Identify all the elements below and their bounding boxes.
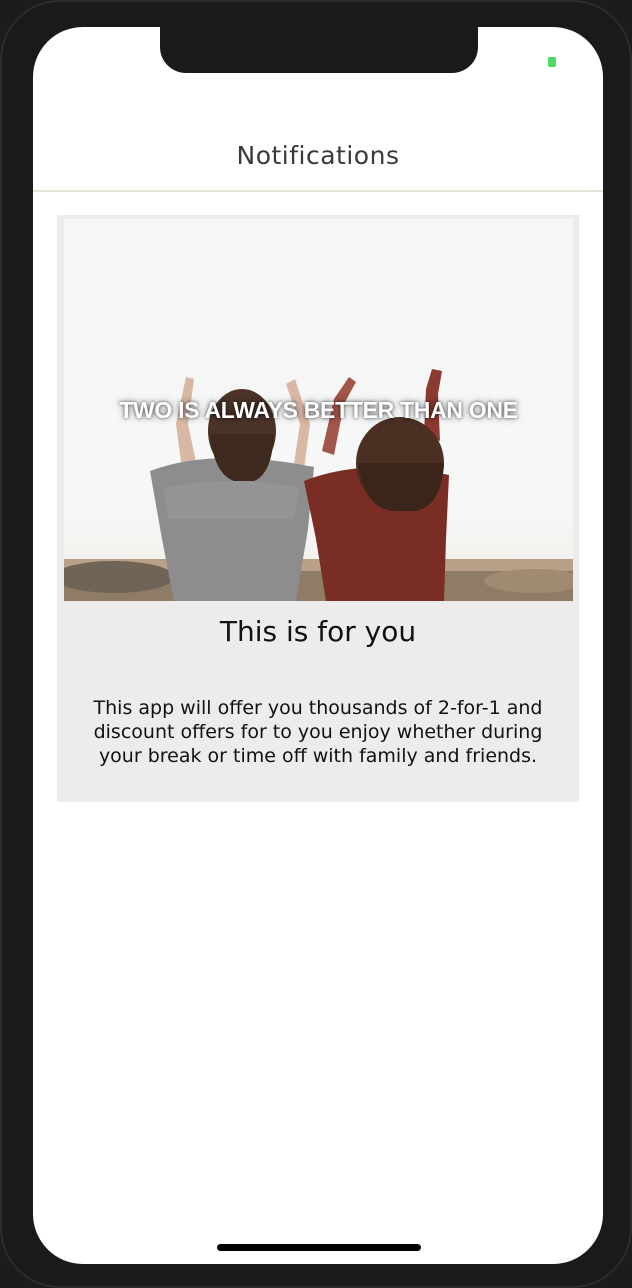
image-caption: TWO IS ALWAYS BETTER THAN ONE: [119, 397, 518, 423]
home-indicator[interactable]: [217, 1244, 421, 1251]
page-title: Notifications: [236, 141, 400, 170]
notification-card[interactable]: TWO IS ALWAYS BETTER THAN ONE This is fo…: [57, 215, 579, 802]
navigation-bar: Notifications: [33, 127, 603, 192]
battery-icon: [548, 57, 556, 67]
device-notch: [160, 27, 478, 73]
app-screen: Notifications TWO IS ALWAYS BETTER THAN …: [33, 27, 603, 1264]
card-description: This app will offer you thousands of 2-f…: [93, 697, 543, 767]
card-title: This is for you: [219, 615, 417, 648]
notification-image: TWO IS ALWAYS BETTER THAN ONE: [64, 219, 573, 601]
phone-frame: Notifications TWO IS ALWAYS BETTER THAN …: [0, 0, 632, 1288]
